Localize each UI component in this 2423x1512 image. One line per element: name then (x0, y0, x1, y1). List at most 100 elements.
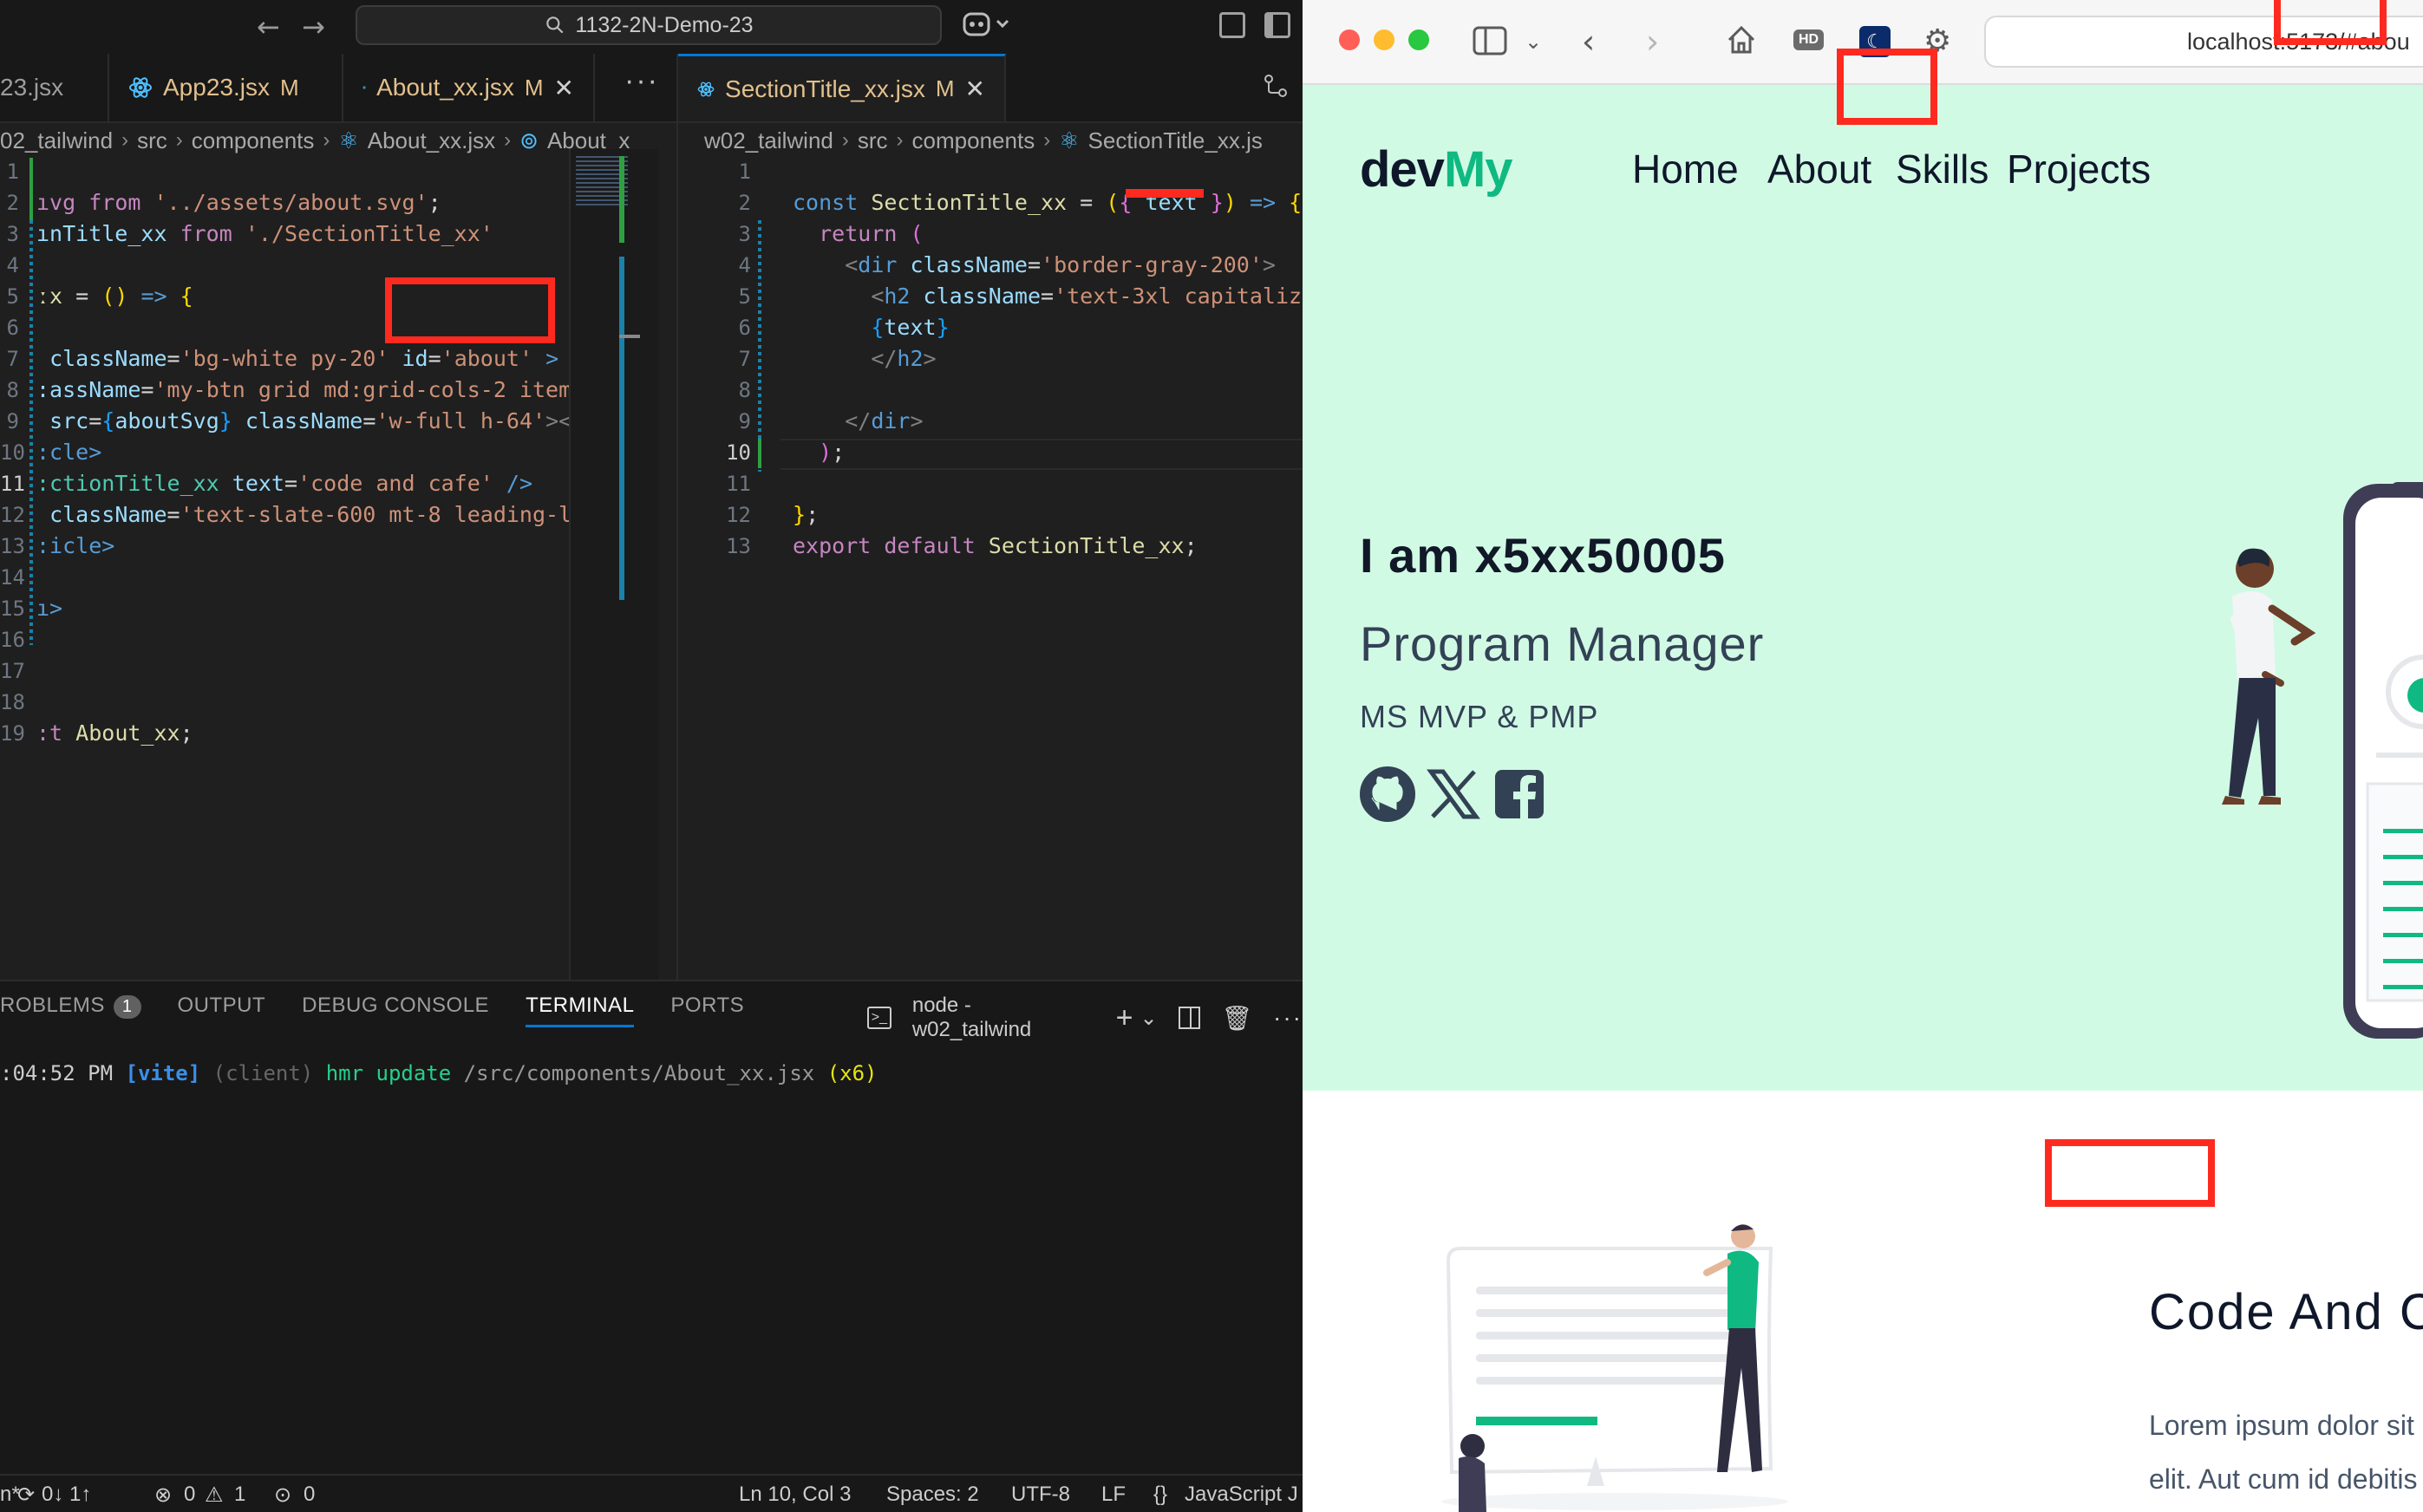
about-illustration (1441, 1224, 1788, 1512)
breadcrumb-item[interactable]: src (137, 127, 167, 154)
status-warnings[interactable]: 1 (234, 1483, 245, 1507)
git-modified-marker (29, 220, 33, 645)
copilot-icon[interactable] (961, 9, 1013, 42)
minimap[interactable] (569, 149, 659, 981)
right-code-editor[interactable]: const SectionTitle_xx = ({ text }) => { … (793, 156, 1303, 655)
highlight-id-about (385, 277, 555, 343)
left-line-numbers: 1 2 3 4 5 6 7 8 9 10 11 12 13 14 15 16 17 18 19 (0, 160, 25, 746)
new-terminal-plus-icon[interactable]: + (1116, 1001, 1133, 1035)
nav-skills[interactable]: Skills (1896, 146, 1989, 192)
tab-file-1[interactable]: 23.jsx (0, 54, 109, 121)
chevron-down-icon[interactable]: ⌄ (1525, 23, 1542, 61)
tab-sectiontitle[interactable]: SectionTitle_xx.jsx M ✕ (678, 54, 1006, 121)
compare-changes-icon[interactable] (1263, 73, 1289, 99)
highlight-nav-about (1837, 49, 1937, 125)
breadcrumb-item[interactable]: SectionTitle_xx.js (1088, 127, 1263, 154)
nav-projects[interactable]: Projects (2007, 146, 2151, 192)
chevron-right-icon: › (323, 128, 330, 152)
terminal-selector[interactable]: node - w02_tailwind (912, 994, 1095, 1042)
github-icon[interactable] (1360, 766, 1415, 822)
nav-about[interactable]: About (1767, 146, 1871, 192)
right-line-numbers: 1 2 3 4 5 6 7 8 9 10 11 12 13 (726, 160, 751, 558)
tab-label: App23.jsx (163, 74, 270, 101)
split-terminal-icon[interactable] (1178, 1007, 1201, 1029)
vscode-window: ← → 1132-2N-Demo-23 23.jsx App23.jsx M A… (0, 0, 1303, 1512)
chevron-down-icon[interactable]: ⌄ (1140, 1006, 1158, 1031)
hero-subtitle: MS MVP & PMP (1360, 699, 1599, 734)
sidebar-icon[interactable] (1473, 26, 1507, 55)
forward-arrow-icon[interactable]: → (302, 10, 325, 43)
bottom-panel: ROBLEMS 1 OUTPUT DEBUG CONSOLE TERMINAL P… (0, 980, 1303, 1474)
x-twitter-icon[interactable] (1426, 766, 1481, 822)
status-eol[interactable]: LF (1101, 1483, 1126, 1507)
breadcrumb-item[interactable]: components (192, 127, 315, 154)
status-ports[interactable]: 0 (304, 1483, 315, 1507)
social-links (1360, 766, 1547, 822)
tab-label: SectionTitle_xx.jsx (725, 75, 925, 102)
command-center-search[interactable]: 1132-2N-Demo-23 (356, 5, 942, 45)
tab-ports[interactable]: PORTS (670, 994, 744, 1027)
react-icon (129, 77, 152, 98)
breadcrumb-item[interactable]: w02_tailwind (704, 127, 833, 154)
status-indentation[interactable]: Spaces: 2 (886, 1483, 979, 1507)
left-code-editor[interactable]: ıvg from '../assets/about.svg'; ınTitle_x… (36, 156, 569, 843)
braces-icon: {} (1153, 1483, 1168, 1506)
about-paragraph-line: elit. Aut cum id debitis (2149, 1463, 2418, 1495)
hero-section: devMy Home About Skills Projects I am x5… (1303, 85, 2423, 1091)
problems-count-badge: 1 (113, 995, 141, 1019)
forward-chevron-icon[interactable]: › (1646, 23, 1659, 61)
modified-badge: M (279, 74, 299, 101)
highlight-url-hash (2274, 0, 2387, 45)
breadcrumb-item[interactable]: components (912, 127, 1035, 154)
more-actions-icon[interactable]: ··· (624, 64, 659, 98)
tab-debug-console[interactable]: DEBUG CONSOLE (302, 994, 489, 1027)
status-language[interactable]: JavaScript J (1185, 1483, 1298, 1507)
status-cursor-position[interactable]: Ln 10, Col 3 (739, 1483, 851, 1507)
breadcrumb-item[interactable]: 02_tailwind (0, 127, 113, 154)
tab-app23[interactable]: App23.jsx M (109, 54, 343, 121)
nav-home[interactable]: Home (1632, 146, 1739, 192)
component-icon: ⊚ (519, 127, 539, 153)
terminal-toolbar: >_ node - w02_tailwind + ⌄ 🗑 ··· (867, 994, 1303, 1042)
back-arrow-icon[interactable]: ← (257, 10, 280, 43)
warning-icon: ⚠ (205, 1483, 224, 1507)
search-text: 1132-2N-Demo-23 (575, 12, 754, 37)
layout-toggle-icon[interactable] (1219, 12, 1245, 38)
status-sync[interactable]: 0↓ 1↑ (42, 1483, 91, 1507)
sidebar-toggle-icon[interactable] (1264, 12, 1290, 38)
status-encoding[interactable]: UTF-8 (1011, 1483, 1070, 1507)
tab-problems[interactable]: ROBLEMS 1 (0, 994, 141, 1027)
back-chevron-icon[interactable]: ‹ (1582, 23, 1595, 61)
tab-about[interactable]: About_xx.jsx M ✕ (343, 54, 595, 121)
section-title: Code And C (2149, 1284, 2423, 1340)
chevron-right-icon: › (1043, 128, 1051, 152)
react-icon: ⚛ (338, 127, 359, 153)
search-icon (546, 16, 564, 34)
more-actions-icon[interactable]: ··· (1273, 1004, 1303, 1032)
about-paragraph-line: Lorem ipsum dolor sit (2149, 1410, 2414, 1441)
react-icon (697, 81, 715, 96)
facebook-icon[interactable] (1492, 766, 1547, 822)
sync-icon[interactable]: ⟳ (17, 1483, 35, 1508)
minimize-window-button[interactable] (1374, 29, 1394, 50)
status-errors[interactable]: 0 (184, 1483, 195, 1507)
editor-split-divider[interactable] (676, 54, 678, 981)
tab-terminal[interactable]: TERMINAL (526, 994, 635, 1027)
tab-label: 23.jsx (0, 74, 64, 101)
home-icon[interactable] (1724, 23, 1759, 57)
close-window-button[interactable] (1339, 29, 1360, 50)
breadcrumb-item[interactable]: About_xx.jsx (368, 127, 495, 154)
zoom-window-button[interactable] (1408, 29, 1429, 50)
breadcrumb-item[interactable]: src (858, 127, 888, 154)
modified-badge: M (935, 75, 955, 101)
vscode-title-bar: ← → 1132-2N-Demo-23 (0, 0, 1303, 54)
terminal-icon: >_ (867, 1007, 891, 1029)
chevron-right-icon: › (504, 128, 512, 152)
close-icon[interactable]: ✕ (554, 74, 574, 102)
close-icon[interactable]: ✕ (965, 75, 985, 103)
trash-icon[interactable]: 🗑 (1221, 1004, 1252, 1033)
terminal-output-line: :04:52 PM [vite] (client) hmr update /sr… (0, 1061, 878, 1085)
site-logo[interactable]: devMy (1360, 140, 1513, 199)
hd-extension-icon[interactable]: HD (1793, 29, 1825, 50)
tab-output[interactable]: OUTPUT (178, 994, 266, 1027)
